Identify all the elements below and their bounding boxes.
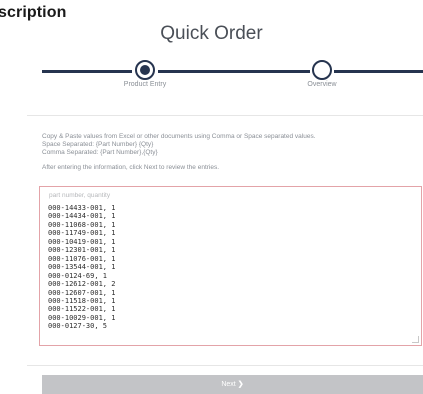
step-label-product-entry: Product Entry (123, 81, 167, 88)
step-indicator-product-entry (135, 60, 155, 80)
entry-line: 000-11068-001, 1 (48, 220, 116, 229)
entry-line: 000-11076-001, 1 (48, 254, 116, 263)
entry-line: 000-10029-001, 1 (48, 313, 116, 322)
step-indicator-overview[interactable] (312, 60, 332, 80)
entry-instructions: Copy & Paste values from Excel or other … (42, 133, 316, 172)
entry-line: 000-14434-001, 1 (48, 212, 116, 221)
entry-lines: 000-14433-001, 1 000-14434-001, 1 000-1106… (48, 204, 115, 331)
instruction-line: After entering the information, click Ne… (42, 164, 220, 171)
entry-line: 000-12612-001, 2 (48, 280, 116, 289)
stepper-line (158, 70, 310, 73)
entry-line: 000-12301-001, 1 (48, 246, 116, 255)
textarea-placeholder: part number, quantity (49, 192, 111, 199)
entry-line: 000-0127-30, 5 (48, 322, 108, 331)
page-title: Quick Order (160, 23, 263, 44)
chevron-right-icon: ❯ (237, 381, 244, 388)
section-title-fragment: scription (0, 4, 67, 21)
divider (27, 115, 423, 116)
entry-line: 000-14433-001, 1 (48, 204, 116, 212)
part-entry-textarea[interactable]: part number, quantity 000-14433-001, 1 00… (39, 186, 422, 346)
stepper-line (42, 70, 132, 73)
entry-line: 000-11518-001, 1 (48, 296, 116, 305)
next-button-label: Next (221, 381, 236, 388)
instruction-line: Comma Separated: {Part Number},{Qty} (42, 149, 158, 156)
instruction-line: Copy & Paste values from Excel or other … (42, 133, 316, 140)
instruction-line: Space Separated: {Part Number} {Qty} (42, 141, 154, 148)
divider (27, 365, 423, 366)
order-wizard-stepper: Product Entry Overview (0, 60, 423, 100)
entry-line: 000-11522-001, 1 (48, 305, 116, 314)
entry-line: 000-10419-001, 1 (48, 237, 116, 246)
entry-line: 000-13544-001, 1 (48, 263, 116, 272)
next-button[interactable]: Next ❯ (42, 375, 423, 394)
entry-line: 000-11749-001, 1 (48, 229, 116, 238)
resize-handle[interactable] (412, 336, 419, 343)
entry-line: 000-0124-69, 1 (48, 271, 108, 280)
step-label-overview: Overview (307, 81, 337, 88)
entry-line: 000-12607-001, 1 (48, 288, 116, 297)
stepper-line (334, 70, 423, 73)
